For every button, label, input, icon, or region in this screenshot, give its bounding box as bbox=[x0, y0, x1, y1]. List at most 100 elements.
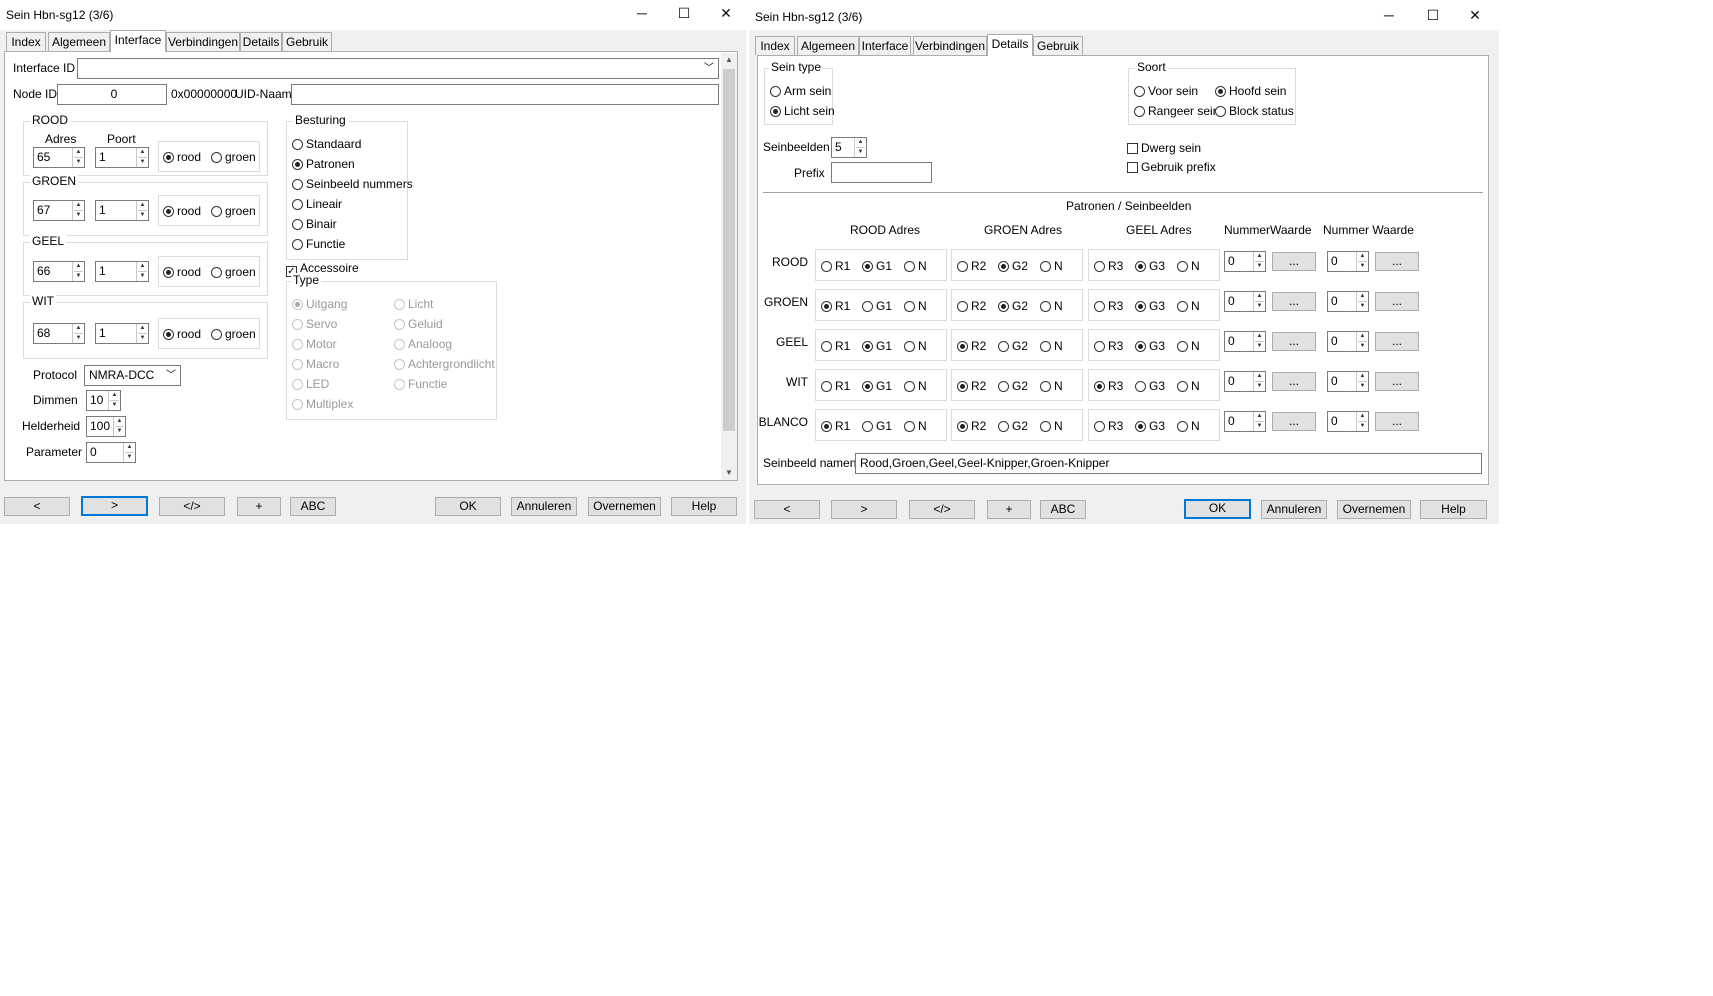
besturing-binair[interactable]: Binair bbox=[292, 216, 337, 232]
geel-poort-spinner[interactable]: 1 ▲ ▼ bbox=[95, 261, 149, 282]
ok-button[interactable]: OK bbox=[1184, 499, 1251, 519]
nummer-waarde-spinner[interactable]: 0 ▲ ▼ bbox=[1224, 411, 1266, 432]
pattern-radio-n[interactable]: N bbox=[904, 258, 927, 274]
pattern-radio-r2[interactable]: R2 bbox=[957, 298, 986, 314]
parameter-spinner[interactable]: 0 ▲ ▼ bbox=[86, 442, 136, 463]
spinner-arrows[interactable]: ▲ ▼ bbox=[1253, 292, 1265, 311]
gebruik-prefix-checkbox[interactable]: Gebruik prefix bbox=[1127, 159, 1216, 175]
pattern-radio-g1[interactable]: G1 bbox=[862, 338, 892, 354]
spinner-arrows[interactable]: ▲ ▼ bbox=[136, 262, 148, 281]
dwerg-sein-checkbox[interactable]: Dwerg sein bbox=[1127, 140, 1201, 156]
pattern-radio-n[interactable]: N bbox=[904, 298, 927, 314]
pattern-radio-r1[interactable]: R1 bbox=[821, 378, 850, 394]
ellipsis-button[interactable]: ... bbox=[1272, 332, 1316, 351]
ellipsis-button[interactable]: ... bbox=[1272, 412, 1316, 431]
type-led[interactable]: LED bbox=[292, 376, 329, 392]
pattern-radio-r1[interactable]: R1 bbox=[821, 418, 850, 434]
pattern-radio-n[interactable]: N bbox=[1177, 338, 1200, 354]
spinner-arrows[interactable]: ▲ ▼ bbox=[1356, 332, 1368, 351]
abc-button[interactable]: ABC bbox=[290, 497, 336, 516]
pattern-radio-r3[interactable]: R3 bbox=[1094, 378, 1123, 394]
pattern-radio-r1[interactable]: R1 bbox=[821, 298, 850, 314]
nummer-waarde-spinner[interactable]: 0 ▲ ▼ bbox=[1224, 291, 1266, 312]
pattern-radio-g2[interactable]: G2 bbox=[998, 418, 1028, 434]
annuleren-button[interactable]: Annuleren bbox=[1261, 500, 1327, 519]
ellipsis-button[interactable]: ... bbox=[1272, 252, 1316, 271]
type-functie[interactable]: Functie bbox=[394, 376, 447, 392]
pattern-radio-g3[interactable]: G3 bbox=[1135, 378, 1165, 394]
pattern-radio-r3[interactable]: R3 bbox=[1094, 338, 1123, 354]
tab-algemeen[interactable]: Algemeen bbox=[48, 32, 110, 51]
pattern-radio-n[interactable]: N bbox=[1177, 298, 1200, 314]
spinner-arrows[interactable]: ▲ ▼ bbox=[72, 262, 84, 281]
spinner-arrows[interactable]: ▲ ▼ bbox=[108, 391, 120, 410]
helderheid-spinner[interactable]: 100 ▲ ▼ bbox=[86, 416, 126, 437]
spinner-arrows[interactable]: ▲ ▼ bbox=[854, 138, 866, 157]
annuleren-button[interactable]: Annuleren bbox=[511, 497, 577, 516]
ellipsis-button[interactable]: ... bbox=[1272, 292, 1316, 311]
spinner-arrows[interactable]: ▲ ▼ bbox=[1356, 372, 1368, 391]
pattern-radio-n[interactable]: N bbox=[1040, 338, 1063, 354]
ellipsis-button[interactable]: ... bbox=[1375, 372, 1419, 391]
pattern-radio-g3[interactable]: G3 bbox=[1135, 258, 1165, 274]
nummer-waarde-spinner[interactable]: 0 ▲ ▼ bbox=[1224, 331, 1266, 352]
pattern-radio-n[interactable]: N bbox=[1177, 378, 1200, 394]
tab-interface[interactable]: Interface bbox=[859, 36, 911, 55]
add-button[interactable]: + bbox=[987, 500, 1031, 519]
prev-button[interactable]: < bbox=[4, 497, 70, 516]
wit-radio-groen[interactable]: groen bbox=[211, 326, 256, 342]
pattern-radio-n[interactable]: N bbox=[904, 338, 927, 354]
tab-algemeen[interactable]: Algemeen bbox=[797, 36, 859, 55]
spinner-arrows[interactable]: ▲ ▼ bbox=[136, 148, 148, 167]
maximize-icon[interactable]: ☐ bbox=[1413, 4, 1453, 26]
tab-interface[interactable]: Interface bbox=[110, 30, 166, 52]
type-analoog[interactable]: Analoog bbox=[394, 336, 452, 352]
maximize-icon[interactable]: ☐ bbox=[664, 2, 704, 24]
pattern-radio-g1[interactable]: G1 bbox=[862, 418, 892, 434]
pattern-radio-g2[interactable]: G2 bbox=[998, 298, 1028, 314]
spinner-arrows[interactable]: ▲ ▼ bbox=[1356, 412, 1368, 431]
tab-index[interactable]: Index bbox=[755, 36, 795, 55]
pattern-radio-n[interactable]: N bbox=[904, 418, 927, 434]
tab-verbindingen[interactable]: Verbindingen bbox=[166, 32, 240, 51]
spinner-arrows[interactable]: ▲ ▼ bbox=[136, 324, 148, 343]
prev-button[interactable]: < bbox=[754, 500, 820, 519]
pattern-radio-r3[interactable]: R3 bbox=[1094, 418, 1123, 434]
sein-type-arm[interactable]: Arm sein bbox=[770, 83, 831, 99]
pattern-radio-g2[interactable]: G2 bbox=[998, 258, 1028, 274]
nummer-waarde-spinner[interactable]: 0 ▲ ▼ bbox=[1327, 411, 1369, 432]
ellipsis-button[interactable]: ... bbox=[1375, 412, 1419, 431]
overnemen-button[interactable]: Overnemen bbox=[1337, 500, 1411, 519]
besturing-seinbeeld-nummers[interactable]: Seinbeeld nummers bbox=[292, 176, 413, 192]
protocol-dropdown[interactable]: NMRA-DCC ﹀ bbox=[84, 365, 181, 386]
nummer-waarde-spinner[interactable]: 0 ▲ ▼ bbox=[1327, 251, 1369, 272]
pattern-radio-g1[interactable]: G1 bbox=[862, 298, 892, 314]
rood-poort-spinner[interactable]: 1 ▲ ▼ bbox=[95, 147, 149, 168]
code-button[interactable]: </> bbox=[909, 500, 975, 519]
spinner-arrows[interactable]: ▲ ▼ bbox=[1356, 252, 1368, 271]
spinner-arrows[interactable]: ▲ ▼ bbox=[1253, 252, 1265, 271]
uid-name-field[interactable] bbox=[291, 84, 719, 105]
next-button[interactable]: > bbox=[81, 496, 148, 516]
scrollbar-thumb[interactable] bbox=[723, 69, 735, 431]
pattern-radio-n[interactable]: N bbox=[1177, 258, 1200, 274]
sein-type-licht[interactable]: Licht sein bbox=[770, 103, 835, 119]
node-id-field[interactable]: 0 bbox=[57, 84, 167, 105]
close-icon[interactable]: ✕ bbox=[1455, 4, 1495, 26]
tab-gebruik[interactable]: Gebruik bbox=[1033, 36, 1083, 55]
abc-button[interactable]: ABC bbox=[1040, 500, 1086, 519]
type-licht[interactable]: Licht bbox=[394, 296, 433, 312]
pattern-radio-g1[interactable]: G1 bbox=[862, 258, 892, 274]
besturing-patronen[interactable]: Patronen bbox=[292, 156, 355, 172]
soort-hoofd-sein[interactable]: Hoofd sein bbox=[1215, 83, 1286, 99]
nummer-waarde-spinner[interactable]: 0 ▲ ▼ bbox=[1327, 331, 1369, 352]
overnemen-button[interactable]: Overnemen bbox=[588, 497, 661, 516]
help-button[interactable]: Help bbox=[671, 497, 737, 516]
tab-index[interactable]: Index bbox=[6, 32, 46, 51]
type-multiplex[interactable]: Multiplex bbox=[292, 396, 353, 412]
ellipsis-button[interactable]: ... bbox=[1272, 372, 1316, 391]
besturing-lineair[interactable]: Lineair bbox=[292, 196, 342, 212]
soort-block-status[interactable]: Block status bbox=[1215, 103, 1294, 119]
minimize-icon[interactable]: ─ bbox=[1369, 4, 1409, 26]
groen-radio-rood[interactable]: rood bbox=[163, 203, 201, 219]
